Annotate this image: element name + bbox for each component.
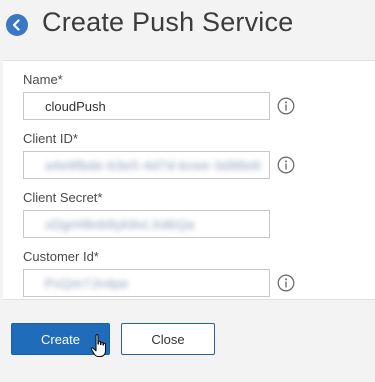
name-value: cloudPush	[45, 98, 106, 114]
client-secret-input[interactable]: xDgrH8nb9yk9vLXd6Qa	[23, 210, 270, 238]
client-id-label: Client ID*	[23, 131, 78, 146]
client-id-value: a4e9fbde-b3e5-4d7d-bcee-3d98e6	[45, 157, 261, 173]
arrow-left-icon	[12, 19, 20, 31]
form-footer: Create Close	[0, 312, 375, 372]
name-input[interactable]: cloudPush	[23, 92, 270, 120]
create-button[interactable]: Create	[11, 323, 110, 355]
back-button[interactable]	[6, 14, 28, 36]
customer-id-value: PxQm7Jn4pe	[45, 275, 129, 291]
client-secret-value: xDgrH8nb9yk9vLXd6Qa	[45, 216, 195, 232]
page-header: Create Push Service	[0, 0, 375, 52]
info-icon[interactable]	[277, 274, 295, 292]
client-id-input[interactable]: a4e9fbde-b3e5-4d7d-bcee-3d98e6	[23, 151, 270, 179]
info-icon[interactable]	[277, 156, 295, 174]
info-icon[interactable]	[277, 97, 295, 115]
customer-id-input[interactable]: PxQm7Jn4pe	[23, 269, 270, 297]
customer-id-label: Customer Id*	[23, 249, 99, 264]
form-panel: Name* cloudPush Client ID* a4e9fbde-b3e5…	[3, 60, 375, 300]
page-title: Create Push Service	[42, 7, 294, 37]
name-label: Name*	[23, 72, 63, 87]
close-button[interactable]: Close	[121, 323, 215, 355]
client-secret-label: Client Secret*	[23, 190, 103, 205]
